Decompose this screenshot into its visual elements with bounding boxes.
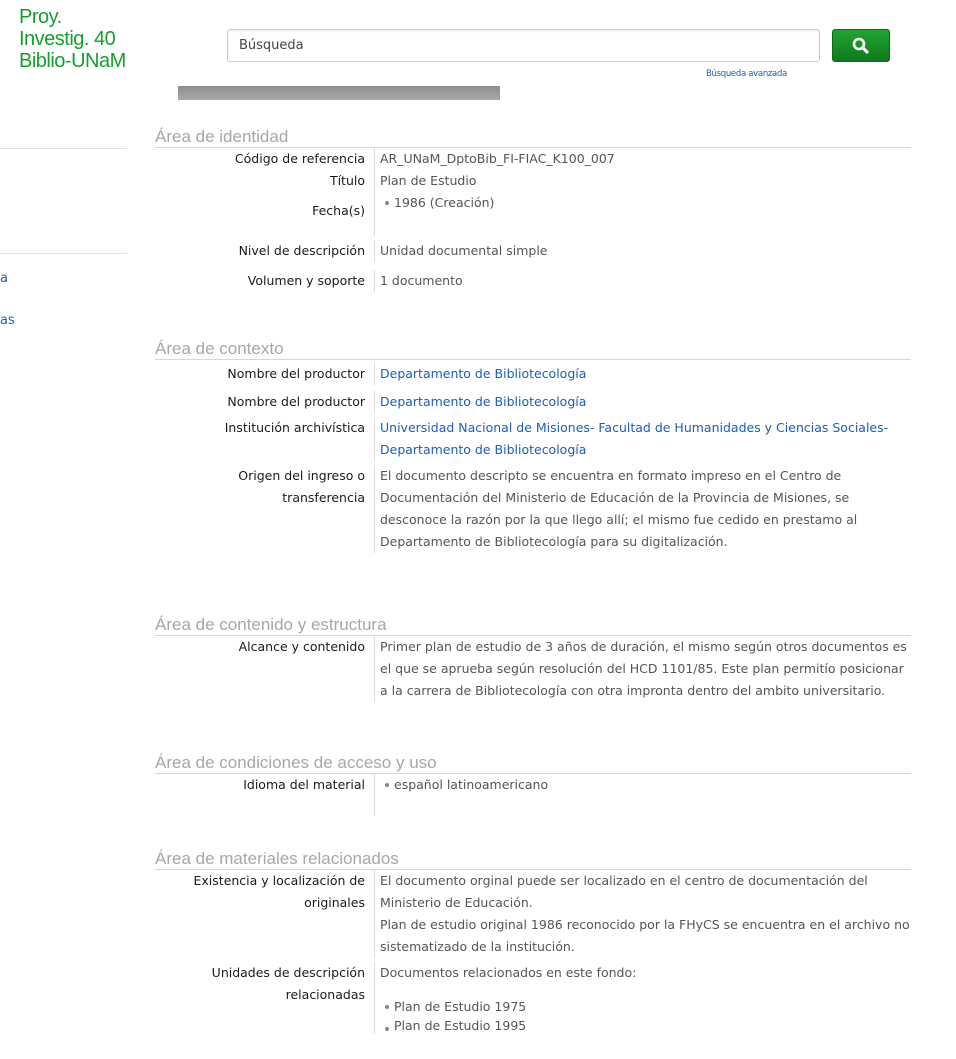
search-button[interactable] [832, 29, 890, 62]
related-item[interactable]: Plan de Estudio 1995 [380, 1018, 911, 1034]
sidebar-divider [0, 148, 127, 149]
field-value: El documento descripto se encuentra en f… [374, 465, 911, 553]
access-area: Área de condiciones de acceso y uso Idio… [155, 753, 911, 849]
field-creator: Nombre del productor Departamento de Bib… [155, 391, 911, 413]
related-intro: Documentos relacionados en este fondo: [380, 965, 637, 980]
sidebar-link[interactable]: as [0, 313, 15, 328]
originals-paragraph: Plan de estudio original 1986 reconocido… [380, 917, 910, 954]
field-value: Departamento de Bibliotecología [374, 363, 911, 385]
section-title[interactable]: Área de identidad [155, 127, 911, 148]
field-extent: Volumen y soporte 1 documento [155, 270, 911, 292]
sidebar-divider [0, 253, 127, 254]
field-label: Código de referencia [234, 151, 365, 166]
field-value: Universidad Nacional de Misiones- Facult… [374, 417, 911, 461]
field-label: Volumen y soporte [247, 273, 365, 288]
record-view: Área de identidad Código de referencia A… [155, 127, 911, 1034]
field-title: Título Plan de Estudio [155, 170, 911, 192]
field-level: Nivel de descripción Unidad documental s… [155, 240, 911, 262]
date-item: 1986 (Creación) [380, 192, 911, 214]
site-title[interactable]: Proy. Investig. 40 Biblio-UNaM [19, 6, 184, 72]
sidebar-link[interactable]: a [0, 271, 8, 286]
creator-link[interactable]: Departamento de Bibliotecología [380, 366, 586, 381]
field-value: Documentos relacionados en este fondo: P… [374, 962, 911, 1034]
field-value: español latinoamericano [374, 774, 911, 816]
grey-bar [178, 86, 500, 100]
site-title-line: Investig. 40 [19, 28, 116, 50]
field-value: Primer plan de estudio de 3 años de dura… [374, 636, 911, 702]
field-value: Unidad documental simple [374, 240, 911, 262]
field-label: Unidades de descripción relacionadas [211, 965, 365, 1002]
related-item[interactable]: Plan de Estudio 1975 [380, 996, 911, 1018]
advanced-search-link[interactable]: Búsqueda avanzada [706, 69, 787, 79]
field-value: 1 documento [374, 270, 911, 292]
repository-link[interactable]: Universidad Nacional de Misiones- Facult… [380, 420, 888, 457]
site-title-line: Proy. [19, 6, 62, 28]
field-acquisition: Origen del ingreso o transferencia El do… [155, 465, 911, 553]
allied-materials-area: Área de materiales relacionados Existenc… [155, 849, 911, 1034]
field-label: Institución archivística [224, 420, 365, 435]
creator-link[interactable]: Departamento de Bibliotecología [380, 394, 586, 409]
identity-area: Área de identidad Código de referencia A… [155, 127, 911, 339]
field-value: Departamento de Bibliotecología [374, 391, 911, 413]
search-input[interactable] [228, 30, 819, 61]
context-area: Área de contexto Nombre del productor De… [155, 339, 911, 615]
field-reference-code: Código de referencia AR_UNaM_DptoBib_FI-… [155, 148, 911, 170]
field-label: Alcance y contenido [238, 639, 365, 654]
field-label: Título [329, 173, 365, 188]
field-dates: Fecha(s) 1986 (Creación) [155, 192, 911, 236]
field-value: 1986 (Creación) [374, 192, 911, 236]
section-title[interactable]: Área de contenido y estructura [155, 615, 911, 636]
field-scope: Alcance y contenido Primer plan de estud… [155, 636, 911, 702]
field-creator: Nombre del productor Departamento de Bib… [155, 363, 911, 385]
search-icon [852, 37, 869, 54]
field-value: El documento orginal puede ser localizad… [374, 870, 911, 958]
originals-paragraph: El documento orginal puede ser localizad… [380, 873, 868, 910]
field-value: AR_UNaM_DptoBib_FI-FIAC_K100_007 [374, 148, 911, 170]
field-label: Nombre del productor [227, 366, 365, 381]
section-title[interactable]: Área de materiales relacionados [155, 849, 911, 870]
field-label: Nivel de descripción [238, 243, 365, 258]
content-area: Área de contenido y estructura Alcance y… [155, 615, 911, 753]
search-box [227, 29, 820, 62]
field-label: Fecha(s) [312, 203, 365, 218]
field-label: Idioma del material [243, 777, 365, 792]
field-repository: Institución archivística Universidad Nac… [155, 417, 911, 461]
field-value: Plan de Estudio [374, 170, 911, 192]
section-title[interactable]: Área de condiciones de acceso y uso [155, 753, 911, 774]
field-label: Nombre del productor [227, 394, 365, 409]
section-title[interactable]: Área de contexto [155, 339, 911, 360]
field-related-units: Unidades de descripción relacionadas Doc… [155, 962, 911, 1034]
field-label: Origen del ingreso o transferencia [238, 468, 365, 505]
language-item: español latinoamericano [380, 774, 911, 796]
field-language: Idioma del material español latinoameric… [155, 774, 911, 816]
field-originals: Existencia y localización de originales … [155, 870, 911, 958]
field-label: Existencia y localización de originales [193, 873, 365, 910]
site-title-line: Biblio-UNaM [19, 50, 126, 72]
